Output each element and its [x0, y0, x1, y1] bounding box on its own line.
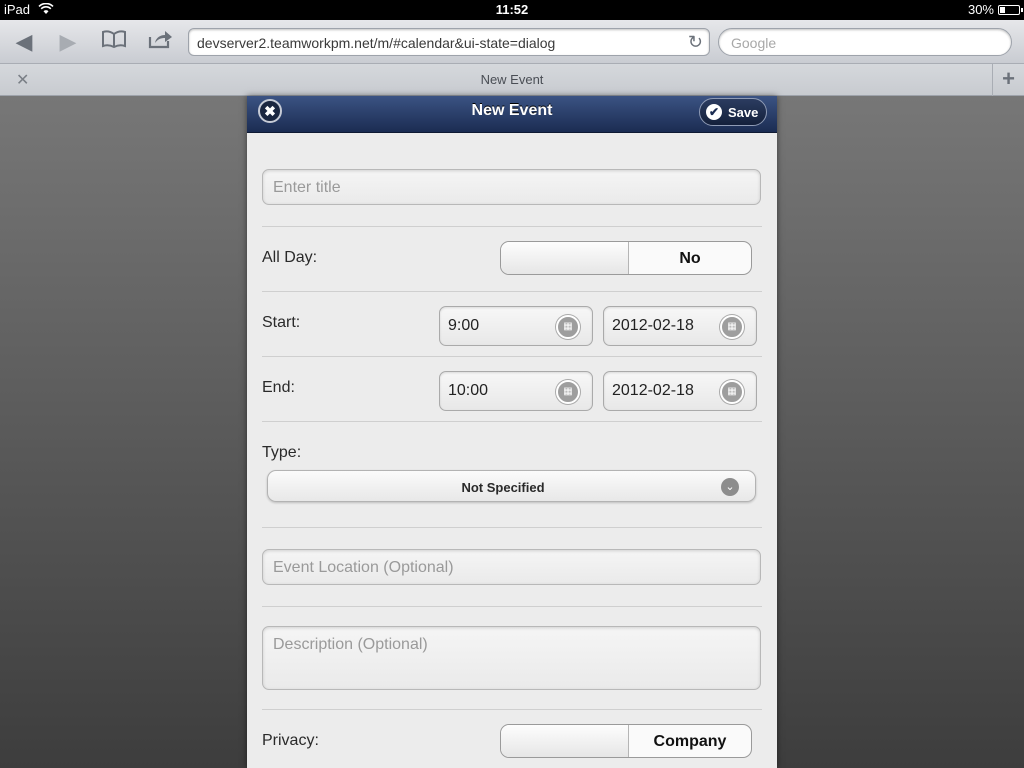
title-placeholder: Enter title	[273, 179, 341, 196]
end-date-picker[interactable]: 2012-02-18 ▦	[603, 371, 757, 411]
browser-toolbar: ◀ ▶ devserver2.teamworkpm.net/m/#calenda…	[0, 20, 1024, 64]
new-tab-icon[interactable]: +	[992, 64, 1024, 96]
dialog-title: New Event	[471, 102, 553, 119]
battery-percent: 30%	[967, 2, 994, 17]
divider	[262, 291, 762, 292]
start-time-value: 9:00	[448, 317, 480, 334]
dialog-header: ✖ New Event ✔ Save	[247, 96, 777, 133]
address-bar[interactable]: devserver2.teamworkpm.net/m/#calendar&ui…	[188, 28, 710, 56]
divider	[262, 709, 762, 710]
url-text: devserver2.teamworkpm.net/m/#calendar&ui…	[197, 35, 556, 51]
all-day-toggle[interactable]: No	[500, 241, 752, 275]
tab-title[interactable]: New Event	[0, 72, 1024, 87]
type-label: Type:	[262, 444, 302, 461]
privacy-toggle[interactable]: Company	[500, 724, 752, 758]
status-bar: iPad 11:52 30%	[0, 0, 1024, 20]
location-placeholder: Event Location (Optional)	[273, 559, 454, 576]
divider	[262, 421, 762, 422]
privacy-label: Privacy:	[262, 732, 319, 749]
start-date-value: 2012-02-18	[612, 317, 694, 334]
type-value: Not Specified	[461, 480, 545, 495]
privacy-value: Company	[653, 733, 727, 750]
toggle-knob	[501, 242, 629, 274]
keypad-icon[interactable]: ▦	[720, 380, 744, 404]
start-time-picker[interactable]: 9:00 ▦	[439, 306, 593, 346]
end-date-value: 2012-02-18	[612, 382, 694, 399]
all-day-label: All Day:	[262, 249, 318, 266]
divider	[262, 606, 762, 607]
type-select[interactable]: Not Specified ⌄	[267, 470, 756, 502]
forward-arrow-icon[interactable]: ▶	[50, 28, 86, 56]
chevron-down-icon: ⌄	[721, 478, 739, 496]
toggle-knob	[501, 725, 629, 757]
title-input[interactable]: Enter title	[262, 169, 761, 205]
start-label: Start:	[262, 314, 301, 331]
reload-icon[interactable]: ↻	[688, 32, 703, 53]
save-button[interactable]: ✔ Save	[699, 98, 767, 126]
description-placeholder: Description (Optional)	[273, 636, 428, 653]
divider	[262, 356, 762, 357]
checkmark-icon: ✔	[706, 104, 722, 120]
end-label: End:	[262, 379, 295, 396]
back-arrow-icon[interactable]: ◀	[6, 28, 42, 56]
end-time-value: 10:00	[448, 382, 489, 399]
keypad-icon[interactable]: ▦	[556, 380, 580, 404]
bookmarks-icon[interactable]	[96, 28, 132, 56]
battery-icon	[998, 5, 1023, 15]
description-textarea[interactable]: Description (Optional)	[262, 626, 761, 690]
share-icon[interactable]	[142, 28, 178, 56]
location-input[interactable]: Event Location (Optional)	[262, 549, 761, 585]
save-label: Save	[728, 105, 759, 120]
search-placeholder: Google	[731, 35, 777, 51]
new-event-dialog: ✖ New Event ✔ Save Enter title All Day: …	[247, 96, 777, 768]
tab-bar: ✕ New Event +	[0, 64, 1024, 96]
divider	[262, 527, 762, 528]
keypad-icon[interactable]: ▦	[556, 315, 580, 339]
end-time-picker[interactable]: 10:00 ▦	[439, 371, 593, 411]
all-day-value: No	[679, 250, 701, 267]
clock: 11:52	[495, 2, 529, 17]
search-field[interactable]: Google	[718, 28, 1012, 56]
keypad-icon[interactable]: ▦	[720, 315, 744, 339]
start-date-picker[interactable]: 2012-02-18 ▦	[603, 306, 757, 346]
divider	[262, 226, 762, 227]
